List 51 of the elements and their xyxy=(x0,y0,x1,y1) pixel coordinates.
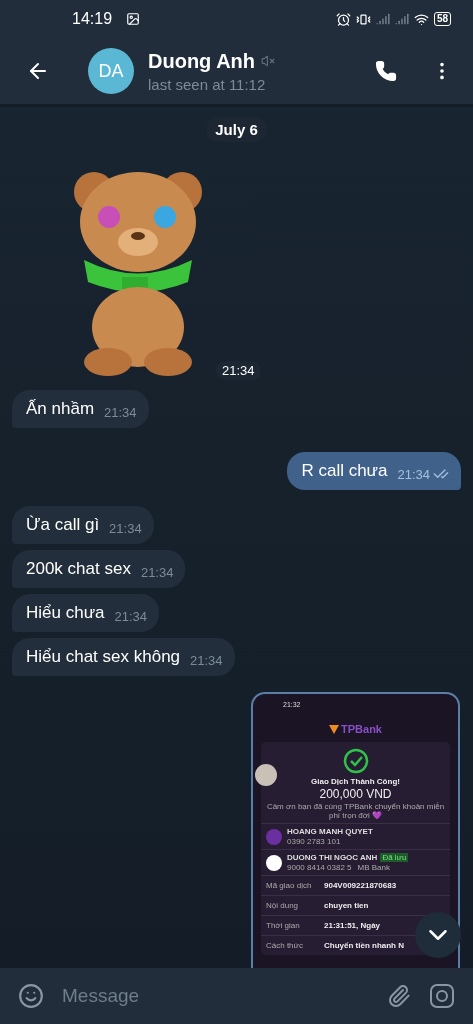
signal-icon xyxy=(394,12,409,26)
date-separator: July 6 xyxy=(206,117,267,142)
image-icon xyxy=(126,12,141,26)
receiver-name: DUONG THI NGOC ANH xyxy=(287,853,378,862)
message-text: Ấn nhầm xyxy=(26,398,95,420)
message-input[interactable]: Message xyxy=(60,984,371,1008)
bank-logo-icon xyxy=(329,724,339,734)
saved-tag: Đã lưu xyxy=(380,853,409,862)
battery-level: 58 xyxy=(433,12,451,26)
detail-label: Mã giao dịch xyxy=(266,881,313,890)
message-text: Ừa call gì xyxy=(26,514,100,536)
detail-value: 21:31:51, Ngày xyxy=(324,921,382,930)
message-time: 21:34 xyxy=(190,653,223,668)
bank-screenshot[interactable] xyxy=(251,692,460,968)
detail-label: Thời gian xyxy=(266,921,301,930)
sender-logo-icon xyxy=(266,828,282,845)
detail-value: 904V009221870683 xyxy=(324,881,398,890)
message-text: 200k chat sex xyxy=(26,558,131,580)
phone-icon[interactable] xyxy=(375,60,397,82)
detail-value: chuyen tien xyxy=(324,901,370,910)
wifi-icon xyxy=(413,11,429,27)
message-time: 21:34 xyxy=(114,609,148,624)
success-check-icon xyxy=(342,748,369,774)
receiver-bank: MB Bank xyxy=(357,863,390,872)
receipt-amount: 200,000 VND xyxy=(319,787,392,801)
detail-label: Cách thức xyxy=(266,941,304,950)
alarm-icon xyxy=(335,11,351,27)
message-time: 21:34 xyxy=(140,565,174,580)
sticker-avatar xyxy=(255,764,277,786)
message-text: Hiểu chat sex không xyxy=(26,646,181,668)
detail-value: Chuyển tiền nhanh N xyxy=(324,941,405,950)
receipt-note: Cảm ơn bạn đã cùng TPBank chuyển khoản miễn phí trọn đời 💜 xyxy=(265,802,446,820)
message-time: 21:34 xyxy=(216,361,261,380)
message-text: R call chưa xyxy=(301,460,388,482)
receiver-account: 9000 8414 0382 5 xyxy=(287,863,352,872)
contact-avatar[interactable]: DA xyxy=(88,48,134,94)
receipt-title: Giao Dịch Thành Công! xyxy=(311,777,400,786)
message-time: 21:34 xyxy=(397,466,449,482)
sender-name: HOANG MANH QUYET xyxy=(287,827,374,836)
receiver-logo-icon xyxy=(266,854,282,871)
contact-name: Duong Anh xyxy=(148,49,255,73)
sender-account: 0390 2783 101 xyxy=(287,837,342,846)
message-text: Hiểu chưa xyxy=(26,602,105,624)
signal-icon xyxy=(375,12,390,26)
status-time: 14:19 xyxy=(72,10,113,28)
bank-logo: TPBank xyxy=(341,723,382,735)
message-time: 21:34 xyxy=(104,405,137,420)
message-time: 21:34 xyxy=(109,521,142,536)
last-seen-status: last seen at 11:12 xyxy=(148,75,267,93)
vibrate-icon xyxy=(355,11,371,27)
detail-label: Nội dung xyxy=(266,901,300,910)
